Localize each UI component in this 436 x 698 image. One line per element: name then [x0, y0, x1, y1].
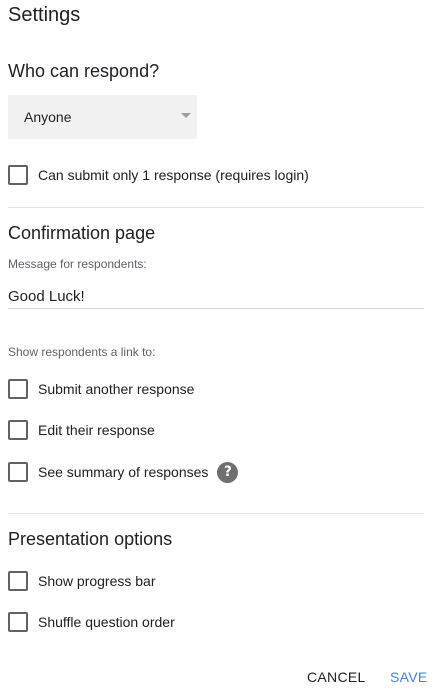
help-circle-icon[interactable]: ? [217, 461, 239, 483]
show-progress-bar-checkbox[interactable] [8, 571, 28, 591]
shuffle-question-order-label: Shuffle question order [38, 614, 175, 630]
section-divider [8, 513, 424, 514]
message-label: Message for respondents: [8, 257, 147, 271]
confirmation-message-value: Good Luck! [8, 288, 85, 305]
limit-one-response-label: Can submit only 1 response (requires log… [38, 167, 309, 183]
chevron-down-icon [181, 113, 191, 118]
cancel-button[interactable]: CANCEL [307, 668, 366, 686]
limit-one-response-option[interactable]: Can submit only 1 response (requires log… [8, 165, 309, 185]
presentation-options-heading: Presentation options [8, 529, 173, 549]
show-progress-bar-option[interactable]: Show progress bar [8, 571, 156, 591]
save-button[interactable]: SAVE [390, 668, 428, 686]
confirmation-message-field[interactable]: Good Luck! [8, 286, 424, 309]
edit-response-option[interactable]: Edit their response [8, 420, 155, 440]
confirmation-page-heading: Confirmation page [8, 223, 156, 243]
see-summary-label: See summary of responses [38, 464, 209, 480]
see-summary-option[interactable]: See summary of responses ? [8, 461, 239, 483]
respondents-dropdown[interactable]: Anyone [8, 95, 197, 139]
submit-another-response-checkbox[interactable] [8, 379, 28, 399]
edit-response-checkbox[interactable] [8, 420, 28, 440]
show-progress-bar-label: Show progress bar [38, 573, 156, 589]
who-can-respond-heading: Who can respond? [8, 61, 160, 81]
submit-another-response-label: Submit another response [38, 381, 195, 397]
dropdown-selected-value: Anyone [24, 109, 72, 125]
link-options-label: Show respondents a link to: [8, 345, 156, 359]
limit-one-response-checkbox[interactable] [8, 165, 28, 185]
see-summary-checkbox[interactable] [8, 462, 28, 482]
dialog-title: Settings [8, 4, 81, 26]
shuffle-question-order-option[interactable]: Shuffle question order [8, 612, 175, 632]
shuffle-question-order-checkbox[interactable] [8, 612, 28, 632]
edit-response-label: Edit their response [38, 422, 155, 438]
section-divider [8, 207, 424, 208]
submit-another-response-option[interactable]: Submit another response [8, 379, 194, 399]
